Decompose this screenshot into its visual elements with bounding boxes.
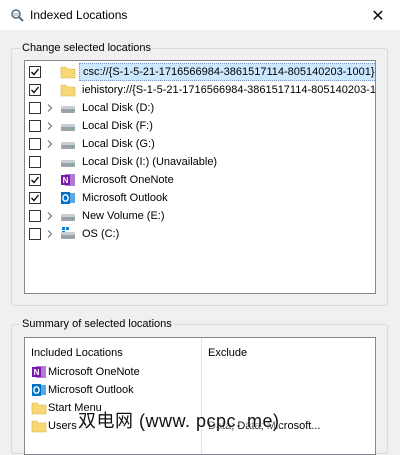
summary-group: Summary of selected locations Included L… [11,318,388,455]
included-location-row: Microsoft Outlook [31,381,134,399]
chevron-right-icon[interactable] [45,121,55,131]
location-row[interactable]: Local Disk (D:) [25,99,375,117]
outlook-icon [31,382,47,398]
included-location-label: Users [48,420,77,432]
chevron-right-icon[interactable] [45,103,55,113]
location-label: csc://{S-1-5-21-1716566984-3861517114-80… [79,63,375,81]
location-checkbox[interactable] [29,102,41,114]
location-checkbox[interactable] [29,210,41,222]
onenote-icon: N [31,364,47,380]
folder-icon [31,418,47,434]
location-label: Microsoft OneNote [82,174,174,186]
location-checkbox[interactable] [29,120,41,132]
window-title: Indexed Locations [30,8,128,22]
location-label: Microsoft Outlook [82,192,168,204]
location-checkbox[interactable] [29,174,41,186]
change-locations-label: Change selected locations [20,42,154,55]
location-row[interactable]: N Microsoft OneNote [25,171,375,189]
location-row[interactable]: Microsoft Outlook [25,189,375,207]
summary-label: Summary of selected locations [20,318,174,331]
column-divider[interactable] [201,338,202,454]
location-row[interactable]: Local Disk (F:) [25,117,375,135]
onenote-icon: N [60,172,76,188]
drive-icon [60,136,76,152]
outlook-icon [60,190,76,206]
location-label: OS (C:) [82,228,120,240]
chevron-right-icon[interactable] [45,139,55,149]
location-checkbox[interactable] [29,84,41,96]
location-row[interactable]: New Volume (E:) [25,207,375,225]
location-label: New Volume (E:) [82,210,165,222]
summary-list[interactable]: Included Locations Exclude Data; Data; M… [24,337,376,455]
location-row[interactable]: iehistory://{S-1-5-21-1716566984-3861517… [25,81,376,99]
os-drive-icon [60,226,76,242]
title-bar: Indexed Locations ✕ [0,0,400,31]
location-label: Local Disk (D:) [82,102,155,114]
location-label: iehistory://{S-1-5-21-1716566984-3861517… [82,84,376,96]
chevron-right-icon[interactable] [45,229,55,239]
included-location-row: Users [31,417,77,435]
svg-text:N: N [34,368,40,377]
location-checkbox[interactable] [29,228,41,240]
folder-icon [31,400,47,416]
location-label: Local Disk (F:) [82,120,153,132]
watermark: 双电网 (www. pcpc. me) [78,411,280,431]
included-location-label: Microsoft OneNote [48,366,140,378]
svg-text:N: N [63,176,69,185]
drive-icon [60,154,76,170]
location-checkbox[interactable] [29,66,41,78]
location-checkbox[interactable] [29,138,41,150]
close-icon: ✕ [371,7,385,25]
chevron-right-icon[interactable] [45,211,55,221]
locations-tree[interactable]: csc://{S-1-5-21-1716566984-3861517114-80… [24,60,376,294]
drive-icon [60,208,76,224]
location-checkbox[interactable] [29,192,41,204]
drive-icon [60,100,76,116]
included-locations-header[interactable]: Included Locations [31,347,123,359]
indexing-options-icon [11,9,24,22]
location-label: Local Disk (G:) [82,138,155,150]
folder-icon [60,82,76,98]
included-location-row: N Microsoft OneNote [31,363,140,381]
location-row[interactable]: Local Disk (I:) (Unavailable) [25,153,375,171]
folder-icon [60,64,76,80]
included-location-label: Microsoft Outlook [48,384,134,396]
location-label: Local Disk (I:) (Unavailable) [82,156,218,168]
location-row[interactable]: Local Disk (G:) [25,135,375,153]
exclude-header[interactable]: Exclude [208,347,247,359]
drive-icon [60,118,76,134]
change-locations-group: Change selected locations csc://{S-1-5-2… [11,42,388,306]
location-row[interactable]: OS (C:) [25,225,375,243]
location-checkbox[interactable] [29,156,41,168]
close-button[interactable]: ✕ [356,0,400,31]
location-row[interactable]: csc://{S-1-5-21-1716566984-3861517114-80… [25,63,375,81]
